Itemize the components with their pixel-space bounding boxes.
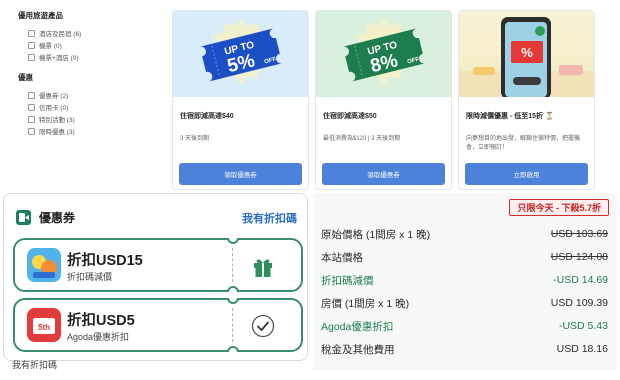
logo-5th-text: 5th bbox=[38, 323, 50, 332]
price-row-taxes-fees: 稅金及其他費用 USD 18.16 bbox=[321, 341, 608, 357]
price-label: 稅金及其他費用 bbox=[321, 343, 395, 356]
coupon-amount: 折扣USD15 bbox=[67, 253, 143, 269]
price-row-room-rate: 房價 (1間房 x 1 晚) USD 109.39 bbox=[321, 295, 608, 311]
promo-card-title: 住宿即減高達$40 bbox=[180, 113, 234, 120]
filter-sidebar: 優用旅遊產品 酒店及民宿 (6) 機票 (0) 機票+酒店 (0) 優惠 優惠券… bbox=[18, 8, 168, 137]
coupon-panel: 優惠券 我有折扣碼 折扣USD15 折扣碼減價 5th 折扣USD5 Agoda… bbox=[3, 193, 308, 361]
filter-option-flight-hotel[interactable]: 機票+酒店 (0) bbox=[28, 51, 168, 63]
promo-card-expiry: 3 天後到期 bbox=[180, 136, 210, 142]
filter-option-label: 優惠券 (2) bbox=[39, 93, 69, 100]
filter-section-title-products: 優用旅遊產品 bbox=[18, 11, 63, 20]
price-row-promo-code-discount: 折扣碼減價 -USD 14.69 bbox=[321, 272, 608, 288]
coupon-ticket-illustration: UP TO 8% OFF bbox=[342, 19, 426, 85]
today-only-badge: 只限今天 - 下殺5.7折 bbox=[509, 199, 609, 216]
promo-card-title: 限時減價優惠 - 低至15折 ⏳ bbox=[466, 113, 554, 120]
price-row-agoda-discount: Agoda優惠折扣 -USD 5.43 bbox=[321, 318, 608, 334]
promo-card-title: 住宿即減高達$50 bbox=[323, 113, 377, 120]
coupon-type: Agoda優惠折扣 bbox=[67, 332, 130, 342]
ticket-divider bbox=[232, 308, 233, 342]
filter-option-flights[interactable]: 機票 (0) bbox=[28, 39, 168, 51]
filter-option-label: 機票 (0) bbox=[39, 43, 62, 50]
checkbox[interactable] bbox=[28, 91, 35, 99]
checkbox[interactable] bbox=[28, 53, 35, 61]
promotions-page: 優用旅遊產品 酒店及民宿 (6) 機票 (0) 機票+酒店 (0) 優惠 優惠券… bbox=[0, 0, 620, 190]
coupon-panel-header: 優惠券 bbox=[16, 209, 75, 226]
price-value: USD 124.08 bbox=[550, 251, 608, 263]
coupon-item-usd15[interactable]: 折扣USD15 折扣碼減價 bbox=[13, 238, 303, 292]
coupon-type: 折扣碼減價 bbox=[67, 272, 113, 282]
have-promo-code-link[interactable]: 我有折扣碼 bbox=[242, 210, 297, 226]
filter-option-label: 特別活動 (3) bbox=[39, 117, 75, 124]
coupon-ticket-illustration: UP TO 5% OFF bbox=[199, 19, 283, 85]
check-icon[interactable] bbox=[251, 314, 275, 338]
coupon-item-usd5[interactable]: 5th 折扣USD5 Agoda優惠折扣 bbox=[13, 298, 303, 352]
filter-section-title-offers: 優惠 bbox=[18, 73, 33, 82]
price-label: 折扣碼減價 bbox=[321, 274, 374, 287]
price-value: -USD 5.43 bbox=[558, 320, 608, 332]
promo-card-image: % bbox=[459, 11, 594, 97]
filter-option-hotels[interactable]: 酒店及民宿 (6) bbox=[28, 27, 168, 39]
price-label: 房價 (1間房 x 1 晚) bbox=[321, 297, 410, 310]
checkbox[interactable] bbox=[28, 103, 35, 111]
filter-option-label: 信用卡 (0) bbox=[39, 105, 69, 112]
filter-option-coupons[interactable]: 優惠券 (2) bbox=[28, 89, 168, 101]
checkbox[interactable] bbox=[28, 41, 35, 49]
price-value: USD 103.69 bbox=[550, 228, 608, 240]
phone-sale-illustration: % bbox=[459, 17, 594, 97]
filter-option-limited-offers[interactable]: 限時優惠 (3) bbox=[28, 125, 168, 137]
promo-card-flash-sale: % 限時減價優惠 - 低至15折 ⏳ 向夢想目的地出發，解鎖住宿特價，把握機會，… bbox=[458, 10, 595, 190]
price-value: USD 18.16 bbox=[556, 343, 608, 355]
claim-coupon-button[interactable]: 領取優惠券 bbox=[322, 163, 445, 185]
price-row-original: 原始價格 (1間房 x 1 晚) USD 103.69 bbox=[321, 226, 608, 242]
promo-card-8-percent: UP TO 8% OFF 住宿即減高達$50 最低消費為$120 | 3 天後到… bbox=[315, 10, 452, 190]
activate-now-button[interactable]: 立即啟用 bbox=[465, 163, 588, 185]
checkbox[interactable] bbox=[28, 29, 35, 37]
price-value: -USD 14.69 bbox=[553, 274, 608, 286]
promo-card-expiry: 最低消費為$120 | 3 天後到期 bbox=[323, 136, 401, 142]
checkbox[interactable] bbox=[28, 115, 35, 123]
have-promo-code-footer-link[interactable]: 我有折扣碼 bbox=[12, 358, 57, 371]
price-label: 本站價格 bbox=[321, 251, 363, 264]
price-value: USD 109.39 bbox=[550, 297, 608, 309]
checkbox[interactable] bbox=[28, 127, 35, 135]
claim-coupon-button[interactable]: 領取優惠券 bbox=[179, 163, 302, 185]
coupon-amount: 折扣USD5 bbox=[67, 313, 135, 329]
promo-card-5-percent: UP TO 5% OFF 住宿即減高達$40 3 天後到期 領取優惠券 bbox=[172, 10, 309, 190]
promo-card-image: UP TO 5% OFF bbox=[173, 11, 308, 97]
price-label: 原始價格 (1間房 x 1 晚) bbox=[321, 228, 431, 241]
promo-card-image: UP TO 8% OFF bbox=[316, 11, 451, 97]
filter-option-label: 機票+酒店 (0) bbox=[39, 55, 79, 62]
filter-option-special-events[interactable]: 特別活動 (3) bbox=[28, 113, 168, 125]
ticket-divider bbox=[232, 248, 233, 282]
price-label: Agoda優惠折扣 bbox=[321, 320, 394, 333]
coupon-panel-title: 優惠券 bbox=[39, 211, 76, 225]
filter-option-label: 限時優惠 (3) bbox=[39, 129, 75, 136]
filter-option-credit-card[interactable]: 信用卡 (0) bbox=[28, 101, 168, 113]
gift-icon[interactable] bbox=[251, 254, 275, 278]
agoda-anniversary-logo-icon: 5th bbox=[27, 308, 61, 342]
promo-card-description: 向夢想目的地出發，解鎖住宿特價，把握機會，立即預訂！ bbox=[466, 136, 581, 151]
price-row-site-price: 本站價格 USD 124.08 bbox=[321, 249, 608, 265]
phone-percent-symbol: % bbox=[521, 45, 533, 60]
discount-code-logo-icon bbox=[27, 248, 61, 282]
price-breakdown-panel: 只限今天 - 下殺5.7折 原始價格 (1間房 x 1 晚) USD 103.6… bbox=[313, 193, 617, 371]
ticket-icon bbox=[16, 210, 31, 225]
filter-option-label: 酒店及民宿 (6) bbox=[39, 31, 82, 38]
